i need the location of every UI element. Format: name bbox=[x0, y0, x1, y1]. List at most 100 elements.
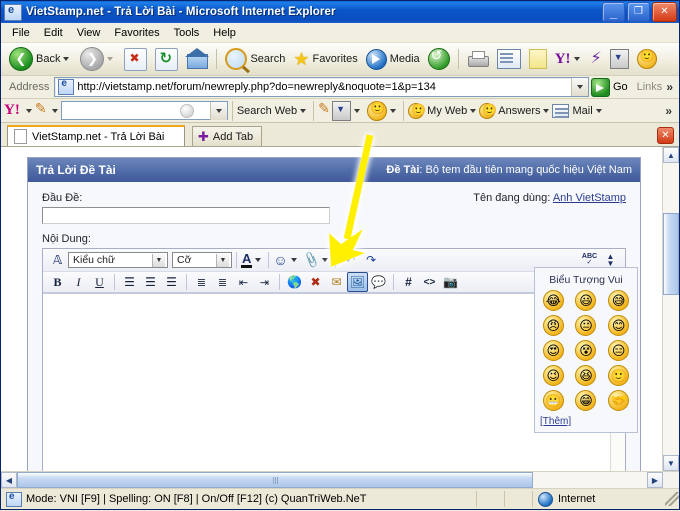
search-web-dropdown-icon[interactable] bbox=[300, 108, 307, 113]
pencil-dropdown-icon[interactable] bbox=[51, 108, 58, 113]
page-vertical-scrollbar[interactable]: ▲ ▼ bbox=[662, 147, 679, 471]
smiley-item[interactable]: 😐 bbox=[575, 315, 597, 336]
close-tab-button[interactable]: ✕ bbox=[657, 127, 674, 144]
add-tab-button[interactable]: ✚ Add Tab bbox=[192, 126, 263, 146]
font-size-select[interactable]: Cỡ ▼ bbox=[172, 252, 232, 268]
subject-input[interactable] bbox=[42, 207, 330, 224]
refresh-button[interactable] bbox=[151, 46, 182, 72]
yahoo-search-input[interactable] bbox=[60, 101, 228, 120]
edit-button[interactable] bbox=[493, 46, 525, 72]
print-button[interactable] bbox=[463, 46, 493, 72]
ordered-list-icon[interactable]: ≣ bbox=[191, 272, 212, 292]
mail-dropdown-icon[interactable] bbox=[595, 108, 602, 113]
insert-image-icon[interactable]: 🖼 bbox=[347, 272, 368, 292]
search-web-button[interactable]: Search Web bbox=[237, 105, 297, 117]
download-button[interactable] bbox=[606, 46, 633, 72]
smilies-more-link[interactable]: [Thêm] bbox=[540, 416, 571, 427]
underline-icon[interactable]: U bbox=[89, 272, 110, 292]
scroll-left-button[interactable]: ◀ bbox=[1, 472, 17, 488]
history-button[interactable] bbox=[424, 46, 454, 72]
scroll-down-button[interactable]: ▼ bbox=[663, 455, 679, 471]
menu-item-tools[interactable]: Tools bbox=[167, 25, 207, 41]
scroll-thumb[interactable] bbox=[663, 213, 679, 295]
hscroll-thumb[interactable] bbox=[17, 472, 533, 488]
insert-video-icon[interactable]: 📷 bbox=[440, 272, 461, 292]
yahoo-search-dropdown-button[interactable] bbox=[209, 101, 227, 120]
smiley-item[interactable]: 😊 bbox=[608, 315, 630, 336]
page-horizontal-scrollbar[interactable]: ◀ ▶ bbox=[1, 471, 679, 488]
message-textarea[interactable] bbox=[43, 294, 610, 471]
insert-email-icon[interactable]: ✉ bbox=[326, 272, 347, 292]
tab-active[interactable]: VietStamp.net - Trả Lời Bài bbox=[7, 125, 185, 146]
align-center-icon[interactable]: ☰ bbox=[140, 272, 161, 292]
back-dropdown-icon[interactable] bbox=[63, 57, 70, 61]
smiley-item[interactable]: 😍 bbox=[542, 340, 564, 361]
redo-icon[interactable]: ↷ bbox=[361, 250, 382, 270]
discuss-button[interactable] bbox=[525, 46, 551, 72]
forward-button[interactable]: ❯ bbox=[76, 46, 120, 72]
font-color-button[interactable]: A bbox=[241, 252, 264, 268]
close-button[interactable]: ✕ bbox=[652, 2, 677, 22]
smiley-item[interactable]: 😃 bbox=[575, 290, 597, 311]
go-button[interactable]: Go bbox=[589, 77, 633, 97]
indent-icon[interactable]: ⇥ bbox=[254, 272, 275, 292]
hscroll-track[interactable] bbox=[17, 472, 647, 488]
username-link[interactable]: Anh VietStamp bbox=[553, 192, 626, 204]
stop-button[interactable] bbox=[120, 46, 151, 72]
media-button[interactable]: Media bbox=[362, 46, 424, 72]
favorites-button[interactable]: ★ Favorites bbox=[289, 46, 361, 72]
insert-code-icon[interactable]: # bbox=[398, 272, 419, 292]
pencil-icon[interactable] bbox=[35, 100, 49, 118]
font-family-select[interactable]: Kiểu chữ ▼ bbox=[68, 252, 168, 268]
menu-item-file[interactable]: File bbox=[5, 25, 37, 41]
popup-blocker-dropdown-icon[interactable] bbox=[354, 108, 361, 113]
yahoo-logo-icon[interactable]: Y! bbox=[4, 103, 20, 118]
align-right-icon[interactable]: ☰ bbox=[161, 272, 182, 292]
smiley-item[interactable]: 🤝 bbox=[608, 390, 630, 411]
smiley-item[interactable]: 😅 bbox=[608, 290, 630, 311]
smiley-insert-button[interactable]: ☺ bbox=[273, 252, 299, 268]
answers-button[interactable]: Answers bbox=[498, 105, 540, 117]
forward-dropdown-icon[interactable] bbox=[107, 57, 114, 61]
smiley-item[interactable]: 😂 bbox=[542, 290, 564, 311]
scroll-track[interactable] bbox=[663, 163, 679, 455]
bold-icon[interactable]: B bbox=[47, 272, 68, 292]
yahoo-overflow-icon[interactable]: » bbox=[665, 104, 676, 118]
maximize-button[interactable]: ❐ bbox=[627, 2, 650, 22]
antispy-icon[interactable] bbox=[367, 100, 388, 121]
smiley-item[interactable]: 😑 bbox=[608, 340, 630, 361]
smiley-item[interactable]: 😠 bbox=[542, 315, 564, 336]
back-button[interactable]: ❮ Back bbox=[5, 46, 76, 72]
mail-button[interactable]: Mail bbox=[572, 105, 592, 117]
smiley-item[interactable]: 😆 bbox=[575, 365, 597, 386]
scroll-up-button[interactable]: ▲ bbox=[663, 147, 679, 163]
insert-html-icon[interactable]: <> bbox=[419, 272, 440, 292]
attachment-button[interactable]: 📎 bbox=[302, 251, 331, 269]
search-button[interactable]: Search bbox=[221, 46, 289, 72]
unordered-list-icon[interactable]: ≣ bbox=[212, 272, 233, 292]
antispy-dropdown-icon[interactable] bbox=[390, 108, 397, 113]
smiley-item[interactable]: 😬 bbox=[542, 390, 564, 411]
my-web-dropdown-icon[interactable] bbox=[470, 108, 477, 113]
resize-grip[interactable] bbox=[665, 492, 679, 506]
remove-link-icon[interactable]: ✖ bbox=[305, 272, 326, 292]
yahoo-logo-dropdown-icon[interactable] bbox=[25, 108, 32, 113]
my-web-button[interactable]: My Web bbox=[427, 105, 467, 117]
smiley-item[interactable]: 😉 bbox=[542, 365, 564, 386]
home-button[interactable] bbox=[182, 46, 212, 72]
scroll-right-button[interactable]: ▶ bbox=[647, 472, 663, 488]
yahoo-smiley-button[interactable] bbox=[633, 46, 661, 72]
font-style-icon[interactable]: 𝔸 bbox=[47, 250, 68, 270]
insert-link-icon[interactable]: 🌎 bbox=[284, 272, 305, 292]
smiley-item[interactable]: 😵 bbox=[575, 340, 597, 361]
address-input[interactable]: http://vietstamp.net/forum/newreply.php?… bbox=[54, 77, 589, 97]
menu-item-help[interactable]: Help bbox=[206, 25, 243, 41]
menu-item-favorites[interactable]: Favorites bbox=[107, 25, 166, 41]
yahoo-dropdown-icon[interactable] bbox=[573, 57, 580, 61]
links-label[interactable]: Links bbox=[633, 81, 667, 93]
answers-dropdown-icon[interactable] bbox=[543, 108, 550, 113]
smiley-item[interactable]: 🙂 bbox=[608, 365, 630, 386]
address-dropdown-button[interactable] bbox=[570, 78, 588, 96]
address-overflow-icon[interactable]: » bbox=[666, 80, 677, 94]
menu-item-view[interactable]: View bbox=[70, 25, 108, 41]
